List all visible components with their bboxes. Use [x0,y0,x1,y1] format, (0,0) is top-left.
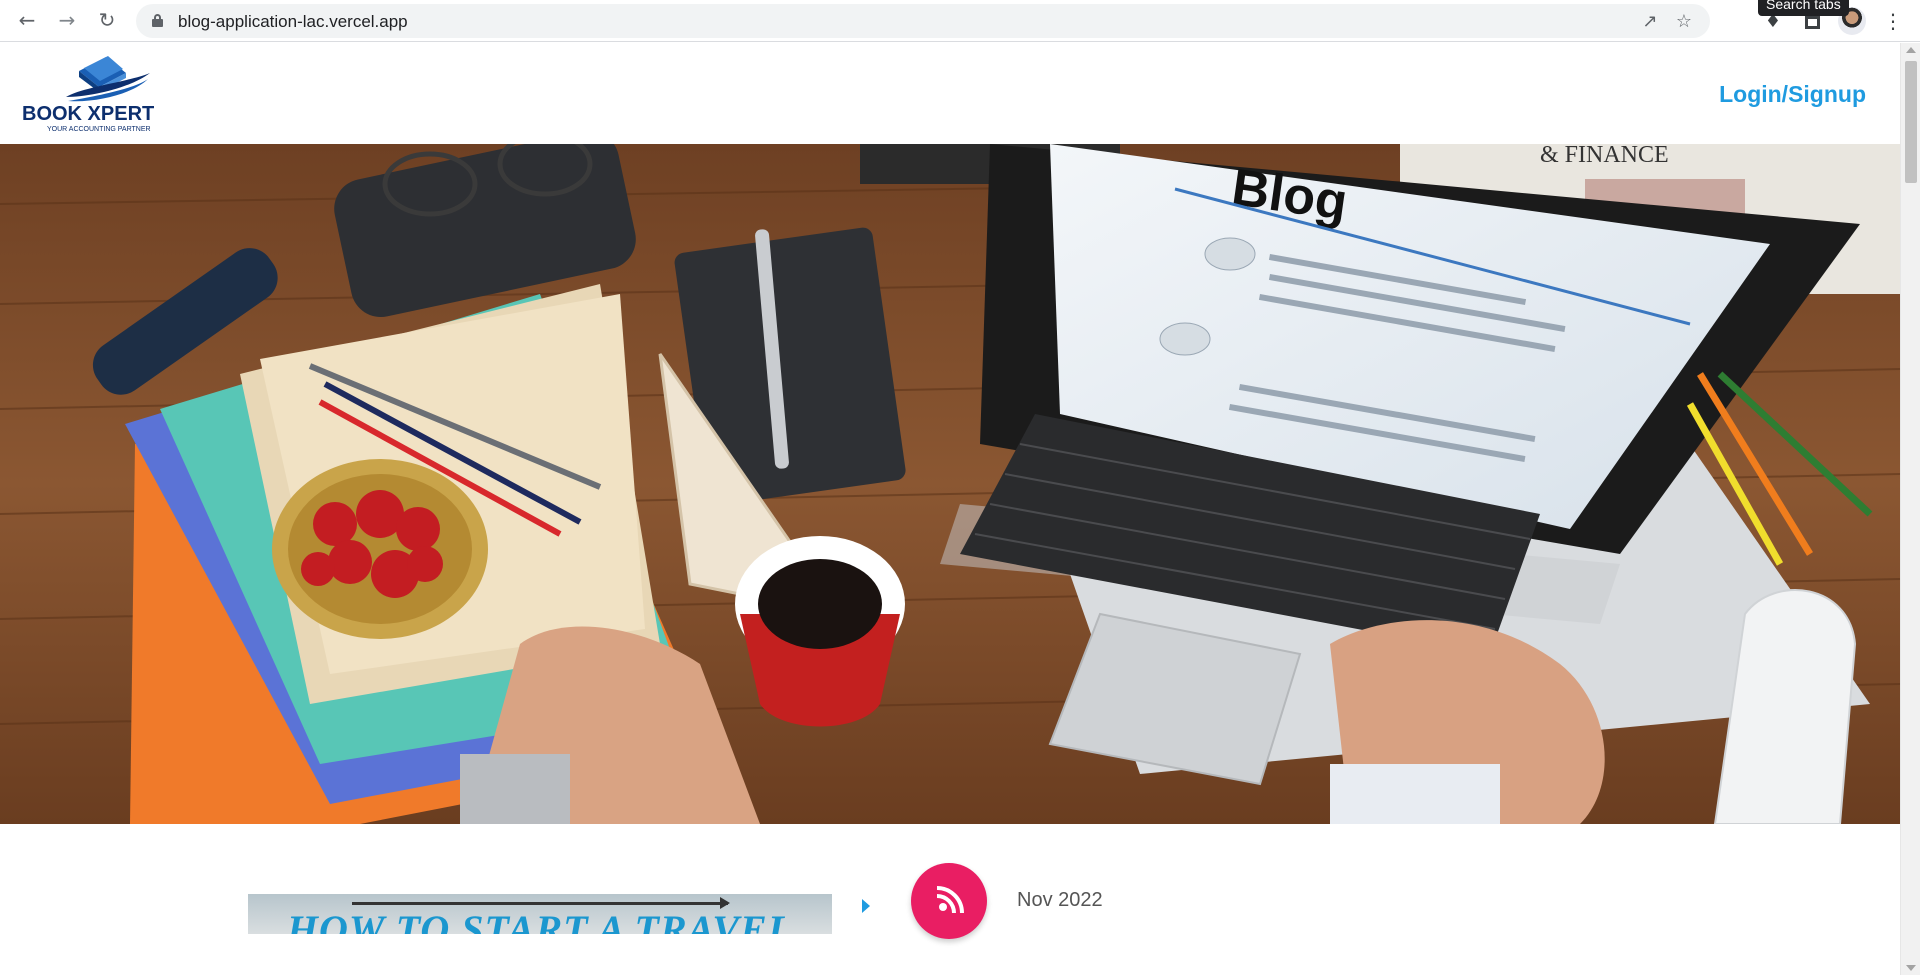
logo-text: BOOK XPERT [22,103,154,125]
scroll-up-arrow-icon[interactable] [1906,47,1916,53]
hero-banner: & FINANCE Blog [0,144,1900,824]
forward-arrow-icon[interactable]: → [52,5,82,35]
star-icon[interactable]: ☆ [1672,9,1696,33]
search-tabs-tooltip: Search tabs [1758,0,1849,16]
newspaper-headline: & FINANCE [1540,144,1669,168]
scroll-down-arrow-icon[interactable] [1906,965,1916,971]
url-text[interactable]: blog-application-lac.vercel.app [178,12,408,32]
reload-icon[interactable]: ↻ [92,5,122,35]
page-viewport: BOOK XPERT YOUR ACCOUNTING PARTNER Login… [0,43,1900,975]
kebab-menu-icon[interactable]: ⋮ [1880,8,1906,34]
login-signup-link[interactable]: Login/Signup [1719,81,1866,108]
back-arrow-icon[interactable]: ← [12,5,42,35]
browser-toolbar: ← → ↻ blog-application-lac.vercel.app ↗ … [0,0,1920,42]
page-scrollbar[interactable] [1900,43,1920,975]
hero-image: & FINANCE Blog [0,144,1900,824]
scroll-thumb[interactable] [1905,61,1917,183]
address-bar[interactable]: blog-application-lac.vercel.app ↗ ☆ [136,4,1710,38]
blog-post-row [0,824,1900,975]
logo-tagline: YOUR ACCOUNTING PARTNER [47,126,151,133]
share-icon[interactable]: ↗ [1638,9,1662,33]
site-header: BOOK XPERT YOUR ACCOUNTING PARTNER Login… [0,43,1900,144]
book-xpert-logo[interactable]: BOOK XPERT YOUR ACCOUNTING PARTNER [22,53,192,135]
lock-icon[interactable] [152,14,163,27]
